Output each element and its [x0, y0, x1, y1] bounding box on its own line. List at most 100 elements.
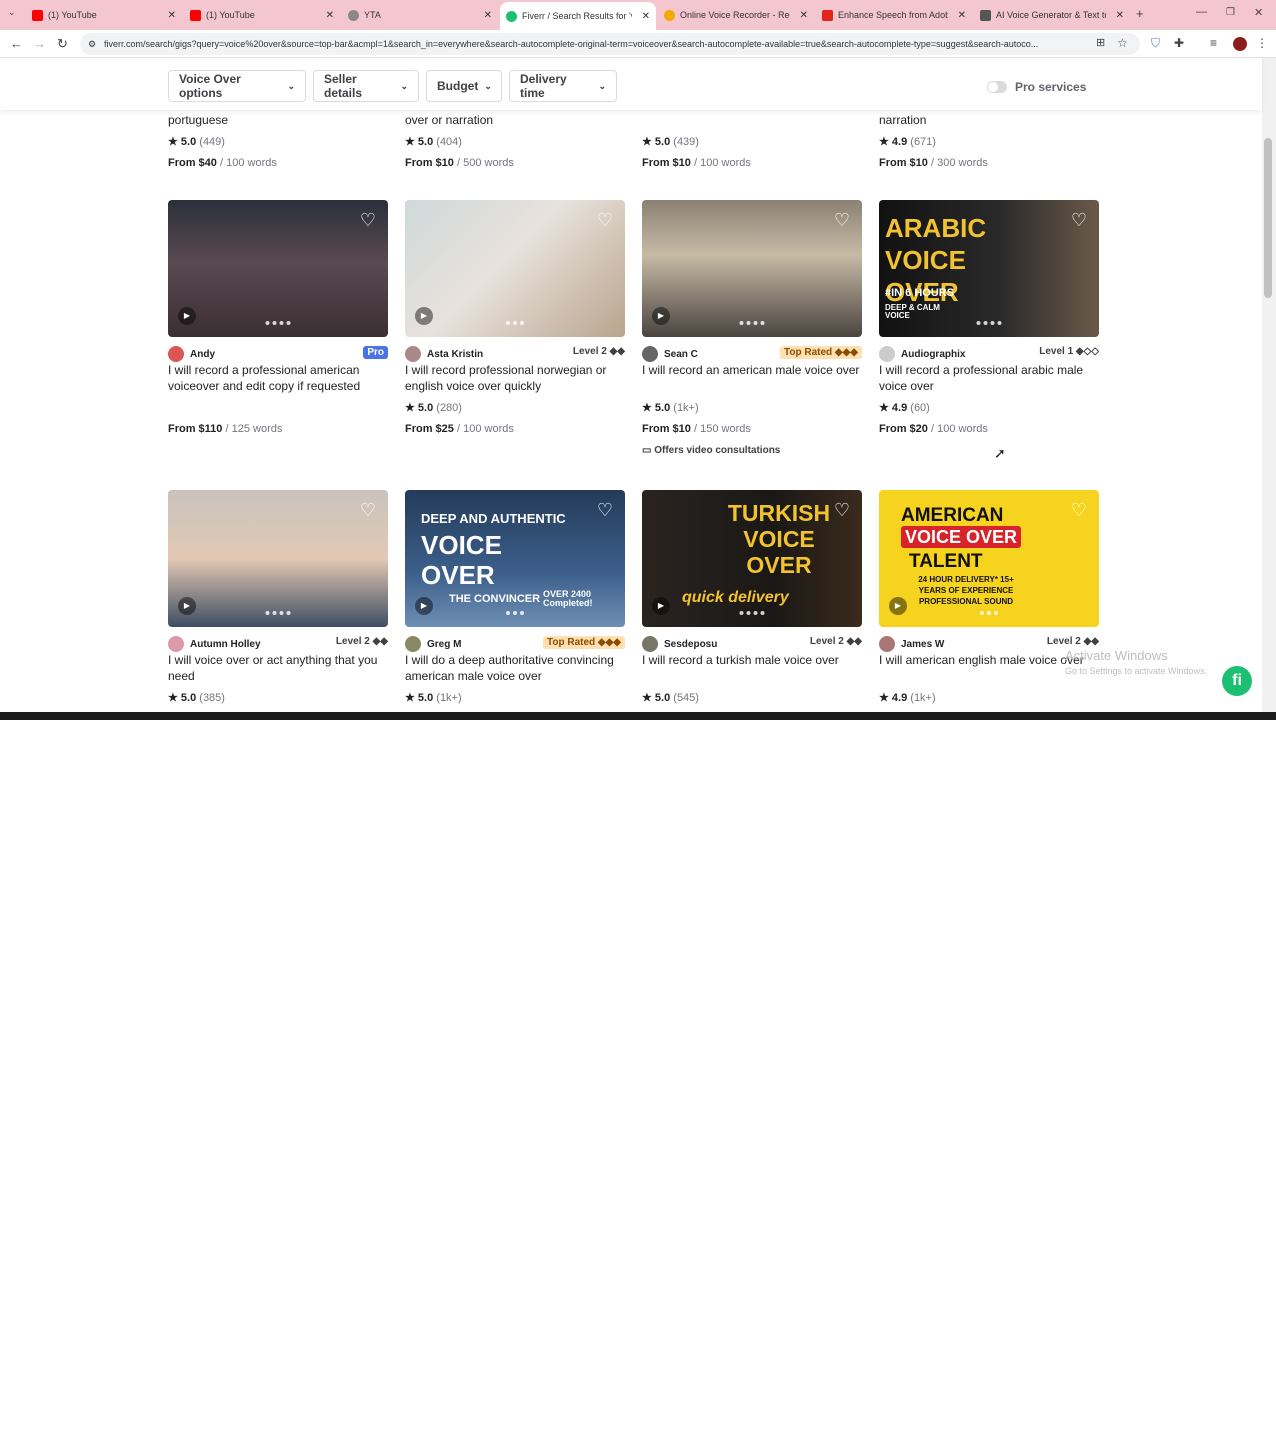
seller-info[interactable]: Audiographix — [879, 346, 965, 362]
gig-thumbnail[interactable]: DEEP AND AUTHENTIC VOICE OVER THE CONVIN… — [405, 490, 625, 627]
chevron-down-icon: ⌄ — [400, 80, 408, 91]
heart-icon[interactable]: ♡ — [360, 500, 376, 521]
windows-taskbar: 11:22 AM — [0, 712, 1276, 1431]
seller-info[interactable]: Greg M — [405, 636, 461, 652]
gig-title[interactable]: portuguese — [168, 112, 388, 128]
extensions-puzzle-icon[interactable]: ✚ — [1174, 36, 1184, 50]
gig-thumbnail[interactable]: ♡ ▶ — [642, 200, 862, 337]
gig-thumbnail[interactable]: ♡ ▶ — [168, 490, 388, 627]
gig-thumbnail[interactable]: AMERICAN VOICE OVER TALENT 24 HOUR DELIV… — [879, 490, 1099, 627]
site-info-icon[interactable]: ⚙ — [88, 33, 96, 55]
seller-level: Level 2 ◆◆ — [572, 346, 625, 357]
heart-icon[interactable]: ♡ — [1071, 500, 1087, 521]
gig-title[interactable]: I will record professional norwegian or … — [405, 362, 625, 394]
shield-extension-icon[interactable]: ⛉ — [1151, 36, 1160, 51]
play-icon[interactable]: ▶ — [889, 597, 907, 615]
install-app-icon[interactable]: ⊞ — [1096, 36, 1105, 49]
bookmark-star-icon[interactable]: ☆ — [1117, 36, 1128, 50]
play-icon[interactable]: ▶ — [652, 307, 670, 325]
tab-search-icon[interactable]: ⌄ — [8, 7, 16, 18]
gig-title[interactable]: I will do a deep authoritative convincin… — [405, 652, 625, 684]
gig-title[interactable]: I will voice over or act anything that y… — [168, 652, 388, 684]
browser-tab[interactable]: AI Voice Generator & Text to Sp ✕ — [974, 4, 1130, 26]
pro-services-toggle[interactable]: Pro services — [987, 80, 1086, 94]
forward-icon[interactable]: → — [33, 36, 46, 51]
carousel-dots[interactable] — [976, 321, 1002, 325]
page-scrollbar[interactable] — [1262, 58, 1276, 714]
carousel-dots[interactable] — [739, 321, 765, 325]
browser-tab[interactable]: (1) YouTube ✕ — [184, 4, 340, 26]
gig-thumbnail[interactable]: TURKISH VOICE OVER quick delivery ♡ ▶ — [642, 490, 862, 627]
reload-icon[interactable]: ↻ — [57, 36, 68, 52]
close-tab-icon[interactable]: ✕ — [1116, 10, 1124, 21]
carousel-dots[interactable] — [265, 611, 291, 615]
browser-tab[interactable]: (1) YouTube ✕ — [26, 4, 182, 26]
carousel-dots[interactable] — [506, 611, 524, 615]
toggle-switch[interactable] — [987, 81, 1007, 93]
media-icon[interactable]: ≡ — [1210, 36, 1217, 50]
gig-title[interactable]: I will record a turkish male voice over — [642, 652, 862, 668]
seller-info[interactable]: Andy — [168, 346, 215, 362]
carousel-dots[interactable] — [265, 321, 291, 325]
close-tab-icon[interactable]: ✕ — [958, 10, 966, 21]
browser-tab-active[interactable]: Fiverr / Search Results for 'voic ✕ — [500, 2, 656, 30]
heart-icon[interactable]: ♡ — [1071, 210, 1087, 231]
gig-title[interactable]: I will record an american male voice ove… — [642, 362, 862, 378]
budget-filter[interactable]: Budget ⌄ — [426, 70, 502, 102]
back-icon[interactable]: ← — [10, 36, 23, 51]
seller-info[interactable]: James W — [879, 636, 944, 652]
gig-thumbnail[interactable]: ♡ ▶ — [168, 200, 388, 337]
carousel-dots[interactable] — [739, 611, 765, 615]
price: From $10 / 300 words — [879, 157, 988, 169]
seller-info[interactable]: Sean C — [642, 346, 698, 362]
delivery-time-filter[interactable]: Delivery time ⌄ — [509, 70, 617, 102]
heart-icon[interactable]: ♡ — [360, 210, 376, 231]
scrollbar-thumb[interactable] — [1264, 138, 1272, 298]
maximize-icon[interactable]: ❐ — [1226, 7, 1235, 18]
seller-info[interactable]: Asta Kristin — [405, 346, 483, 362]
gig-title[interactable]: I will record a professional american vo… — [168, 362, 388, 394]
profile-avatar[interactable] — [1233, 37, 1247, 51]
close-window-icon[interactable]: ✕ — [1254, 6, 1263, 19]
close-tab-icon[interactable]: ✕ — [800, 10, 808, 21]
chevron-down-icon: ⌄ — [598, 80, 606, 91]
browser-tab[interactable]: Enhance Speech from Adobe | F ✕ — [816, 4, 972, 26]
browser-tab[interactable]: YTA ✕ — [342, 4, 498, 26]
play-icon[interactable]: ▶ — [415, 307, 433, 325]
seller-info[interactable]: Sesdeposu — [642, 636, 717, 652]
play-icon[interactable]: ▶ — [178, 597, 196, 615]
chat-fab-button[interactable]: fi — [1222, 666, 1252, 696]
top-rated-badge: Top Rated ◆◆◆ — [543, 636, 625, 649]
globe-icon — [348, 9, 359, 21]
seller-level: Level 2 ◆◆ — [335, 636, 388, 647]
gig-thumbnail[interactable]: ♡ ▶ — [405, 200, 625, 337]
close-tab-icon[interactable]: ✕ — [168, 10, 176, 21]
heart-icon[interactable]: ♡ — [834, 500, 850, 521]
carousel-dots[interactable] — [506, 321, 524, 325]
browser-tab[interactable]: Online Voice Recorder - Record ✕ — [658, 4, 814, 26]
gig-title[interactable]: over or narration — [405, 112, 625, 128]
youtube-icon — [32, 9, 43, 21]
play-icon[interactable]: ▶ — [178, 307, 196, 325]
seller-details-filter[interactable]: Seller details ⌄ — [313, 70, 419, 102]
new-tab-icon[interactable]: + — [1136, 6, 1144, 21]
heart-icon[interactable]: ♡ — [834, 210, 850, 231]
seller-info[interactable]: Autumn Holley — [168, 636, 261, 652]
carousel-dots[interactable] — [980, 611, 998, 615]
url-field[interactable]: ⚙ fiverr.com/search/gigs?query=voice%20o… — [80, 33, 1140, 55]
voice-over-options-filter[interactable]: Voice Over options ⌄ — [168, 70, 306, 102]
play-icon[interactable]: ▶ — [652, 597, 670, 615]
play-icon[interactable]: ▶ — [415, 597, 433, 615]
minimize-icon[interactable]: — — [1196, 6, 1207, 18]
gig-title[interactable]: I will record a professional arabic male… — [879, 362, 1099, 394]
heart-icon[interactable]: ♡ — [597, 500, 613, 521]
gig-title[interactable]: narration — [879, 112, 1099, 128]
close-tab-icon[interactable]: ✕ — [484, 10, 492, 21]
heart-icon[interactable]: ♡ — [597, 210, 613, 231]
browser-tab-bar: ⌄ (1) YouTube ✕ (1) YouTube ✕ YTA ✕ Five… — [0, 0, 1276, 30]
close-tab-icon[interactable]: ✕ — [642, 11, 650, 22]
close-tab-icon[interactable]: ✕ — [326, 10, 334, 21]
avatar — [879, 636, 895, 652]
gig-thumbnail[interactable]: ARABIC VOICE OVER #IN 6 HOURS DEEP & CAL… — [879, 200, 1099, 337]
menu-kebab-icon[interactable]: ⋮ — [1256, 36, 1268, 50]
